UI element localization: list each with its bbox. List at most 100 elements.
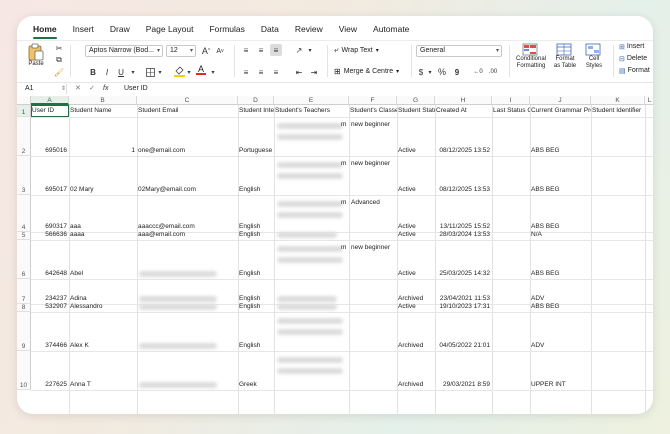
chevron-down-icon[interactable]: ▾ bbox=[154, 66, 166, 78]
row-header-1[interactable]: 1 bbox=[17, 105, 31, 117]
cell-grammar-progress[interactable]: UPPER INT bbox=[531, 381, 589, 389]
cell-student-class[interactable]: new beginner bbox=[351, 244, 409, 252]
cell-student-class[interactable]: Advanced bbox=[351, 199, 409, 207]
cell-language[interactable]: English bbox=[239, 270, 272, 278]
font-name-select[interactable]: Aptos Narrow (Bod... ▾ bbox=[85, 45, 163, 57]
cell-grammar-progress[interactable]: N/A bbox=[531, 231, 589, 239]
cell-grammar-progress[interactable]: ADV bbox=[531, 342, 589, 350]
tab-insert[interactable]: Insert bbox=[65, 22, 102, 36]
format-painter-icon[interactable]: 🖌 bbox=[53, 66, 65, 78]
increase-font-icon[interactable]: A ^ bbox=[200, 45, 212, 57]
tab-automate[interactable]: Automate bbox=[365, 22, 417, 36]
comma-style-button[interactable]: 9 bbox=[451, 66, 463, 78]
cell-user-id[interactable]: 642648 bbox=[32, 270, 67, 278]
select-all-corner[interactable] bbox=[17, 96, 31, 105]
cell-student-name[interactable]: Anna T bbox=[70, 381, 135, 389]
column-header-d[interactable]: D bbox=[238, 96, 274, 105]
row-header-4[interactable]: 4 bbox=[17, 195, 31, 232]
cell-student-email[interactable]: aaaccc@email.com bbox=[138, 223, 236, 231]
chevron-down-icon[interactable]: ▾ bbox=[207, 66, 219, 78]
cell-created-at[interactable]: 08/12/2025 13:52 bbox=[436, 147, 490, 155]
wrap-text-button[interactable]: ⤶ Wrap Text ▾ bbox=[334, 45, 379, 55]
font-size-select[interactable]: 12 ▾ bbox=[166, 45, 196, 57]
cell-user-id[interactable]: 227625 bbox=[32, 381, 67, 389]
header-cell-col-f[interactable]: Student's Classes bbox=[350, 107, 397, 115]
increase-decimal-icon[interactable]: ←0 bbox=[472, 66, 484, 78]
row-header-8[interactable]: 8 bbox=[17, 304, 31, 312]
cell-language[interactable]: English bbox=[239, 342, 272, 350]
header-cell-col-h[interactable]: Created At bbox=[436, 107, 492, 115]
header-cell-col-d[interactable]: Student Interface Language bbox=[239, 107, 274, 115]
insert-function-icon[interactable]: fx bbox=[103, 84, 108, 94]
column-header-h[interactable]: H bbox=[435, 96, 492, 105]
formula-input[interactable]: User ID bbox=[124, 84, 148, 94]
row-header-6[interactable]: 6 bbox=[17, 240, 31, 279]
cell-status[interactable]: Active bbox=[398, 223, 433, 231]
cell-created-at[interactable]: 04/05/2022 21:01 bbox=[436, 342, 490, 350]
align-top-icon[interactable]: ≡ bbox=[240, 44, 252, 56]
row-header-9[interactable]: 9 bbox=[17, 312, 31, 351]
row-header-3[interactable]: 3 bbox=[17, 156, 31, 195]
cell-grammar-progress[interactable]: ABS BEG bbox=[531, 303, 589, 311]
tab-home[interactable]: Home bbox=[25, 22, 65, 39]
header-cell-col-i[interactable]: Last Status Change bbox=[493, 107, 530, 115]
column-header-f[interactable]: F bbox=[349, 96, 397, 105]
cell-language[interactable]: Portuguese bbox=[239, 147, 272, 155]
cell-student-email[interactable]: aaa@email.com bbox=[138, 231, 236, 239]
insert-cells-button[interactable]: ⊞ Insert bbox=[619, 43, 644, 51]
cell-student-name[interactable]: Abel bbox=[70, 270, 135, 278]
underline-button[interactable]: U bbox=[115, 66, 127, 78]
cell-created-at[interactable]: 23/04/2021 11:53 bbox=[436, 295, 490, 303]
cell-student-name[interactable]: 02 Mary bbox=[70, 186, 135, 194]
row-header-5[interactable]: 5 bbox=[17, 232, 31, 240]
column-header-e[interactable]: E bbox=[274, 96, 349, 105]
tab-draw[interactable]: Draw bbox=[102, 22, 138, 36]
column-header-g[interactable]: G bbox=[397, 96, 435, 105]
chevron-updown-icon[interactable]: ⇕ bbox=[61, 84, 66, 94]
format-cells-button[interactable]: ▤ Format bbox=[619, 67, 650, 75]
cell-student-email[interactable]: one@email.com bbox=[138, 147, 236, 155]
cell-status[interactable]: Active bbox=[398, 303, 433, 311]
cell-grammar-progress[interactable]: ABS BEG bbox=[531, 223, 589, 231]
format-as-table-button[interactable]: Format as Table bbox=[550, 43, 580, 69]
cell-user-id[interactable]: 374466 bbox=[32, 342, 67, 350]
header-cell-col-g[interactable]: Student Status bbox=[398, 107, 435, 115]
cell-grammar-progress[interactable]: ABS BEG bbox=[531, 270, 589, 278]
tab-view[interactable]: View bbox=[331, 22, 365, 36]
cell-language[interactable]: English bbox=[239, 186, 272, 194]
italic-button[interactable]: I bbox=[101, 66, 113, 78]
cell-created-at[interactable]: 28/03/2024 13:53 bbox=[436, 231, 490, 239]
header-cell-col-e[interactable]: Student's Teachers bbox=[275, 107, 349, 115]
header-cell-col-k[interactable]: Student Identifier bbox=[592, 107, 645, 115]
cell-user-id[interactable]: 532907 bbox=[32, 303, 67, 311]
column-header-a[interactable]: A bbox=[31, 96, 69, 105]
cell-student-name[interactable]: aaa bbox=[70, 223, 135, 231]
column-header-j[interactable]: J bbox=[530, 96, 591, 105]
cell-created-at[interactable]: 29/03/2021 8:59 bbox=[436, 381, 490, 389]
column-header-k[interactable]: K bbox=[591, 96, 645, 105]
cell-student-name[interactable]: Alex K bbox=[70, 342, 135, 350]
paste-button[interactable]: Paste bbox=[25, 43, 47, 68]
header-cell-col-c[interactable]: Student Email bbox=[138, 107, 238, 115]
cell-status[interactable]: Archived bbox=[398, 381, 433, 389]
cell-student-email[interactable]: 02Mary@email.com bbox=[138, 186, 236, 194]
cell-student-name[interactable]: Alessandro bbox=[70, 303, 135, 311]
delete-cells-button[interactable]: ⊟ Delete bbox=[619, 55, 647, 63]
chevron-down-icon[interactable]: ▾ bbox=[424, 66, 436, 78]
decrease-decimal-icon[interactable]: .00 bbox=[487, 66, 499, 78]
row-header-2[interactable]: 2 bbox=[17, 117, 31, 156]
cut-icon[interactable]: ✂ bbox=[53, 42, 65, 54]
column-header-l[interactable]: L bbox=[645, 96, 653, 105]
number-format-select[interactable]: General ▾ bbox=[416, 45, 502, 57]
chevron-down-icon[interactable]: ▾ bbox=[127, 66, 139, 78]
cell-status[interactable]: Active bbox=[398, 147, 433, 155]
conditional-formatting-button[interactable]: Conditional Formatting bbox=[512, 43, 550, 69]
chevron-down-icon[interactable]: ▾ bbox=[304, 44, 316, 56]
decrease-font-icon[interactable]: Av bbox=[214, 45, 226, 57]
increase-indent-icon[interactable]: ⇥ bbox=[308, 66, 320, 78]
spreadsheet-grid[interactable]: A B C D E F G H I J K L 1 2 3 4 5 6 7 8 9 10 User ID Student Na… bbox=[17, 96, 653, 414]
cell-styles-button[interactable]: Cell Styles bbox=[582, 43, 606, 69]
cell-language[interactable]: English bbox=[239, 295, 272, 303]
bold-button[interactable]: B bbox=[87, 66, 99, 78]
decrease-indent-icon[interactable]: ⇤ bbox=[293, 66, 305, 78]
